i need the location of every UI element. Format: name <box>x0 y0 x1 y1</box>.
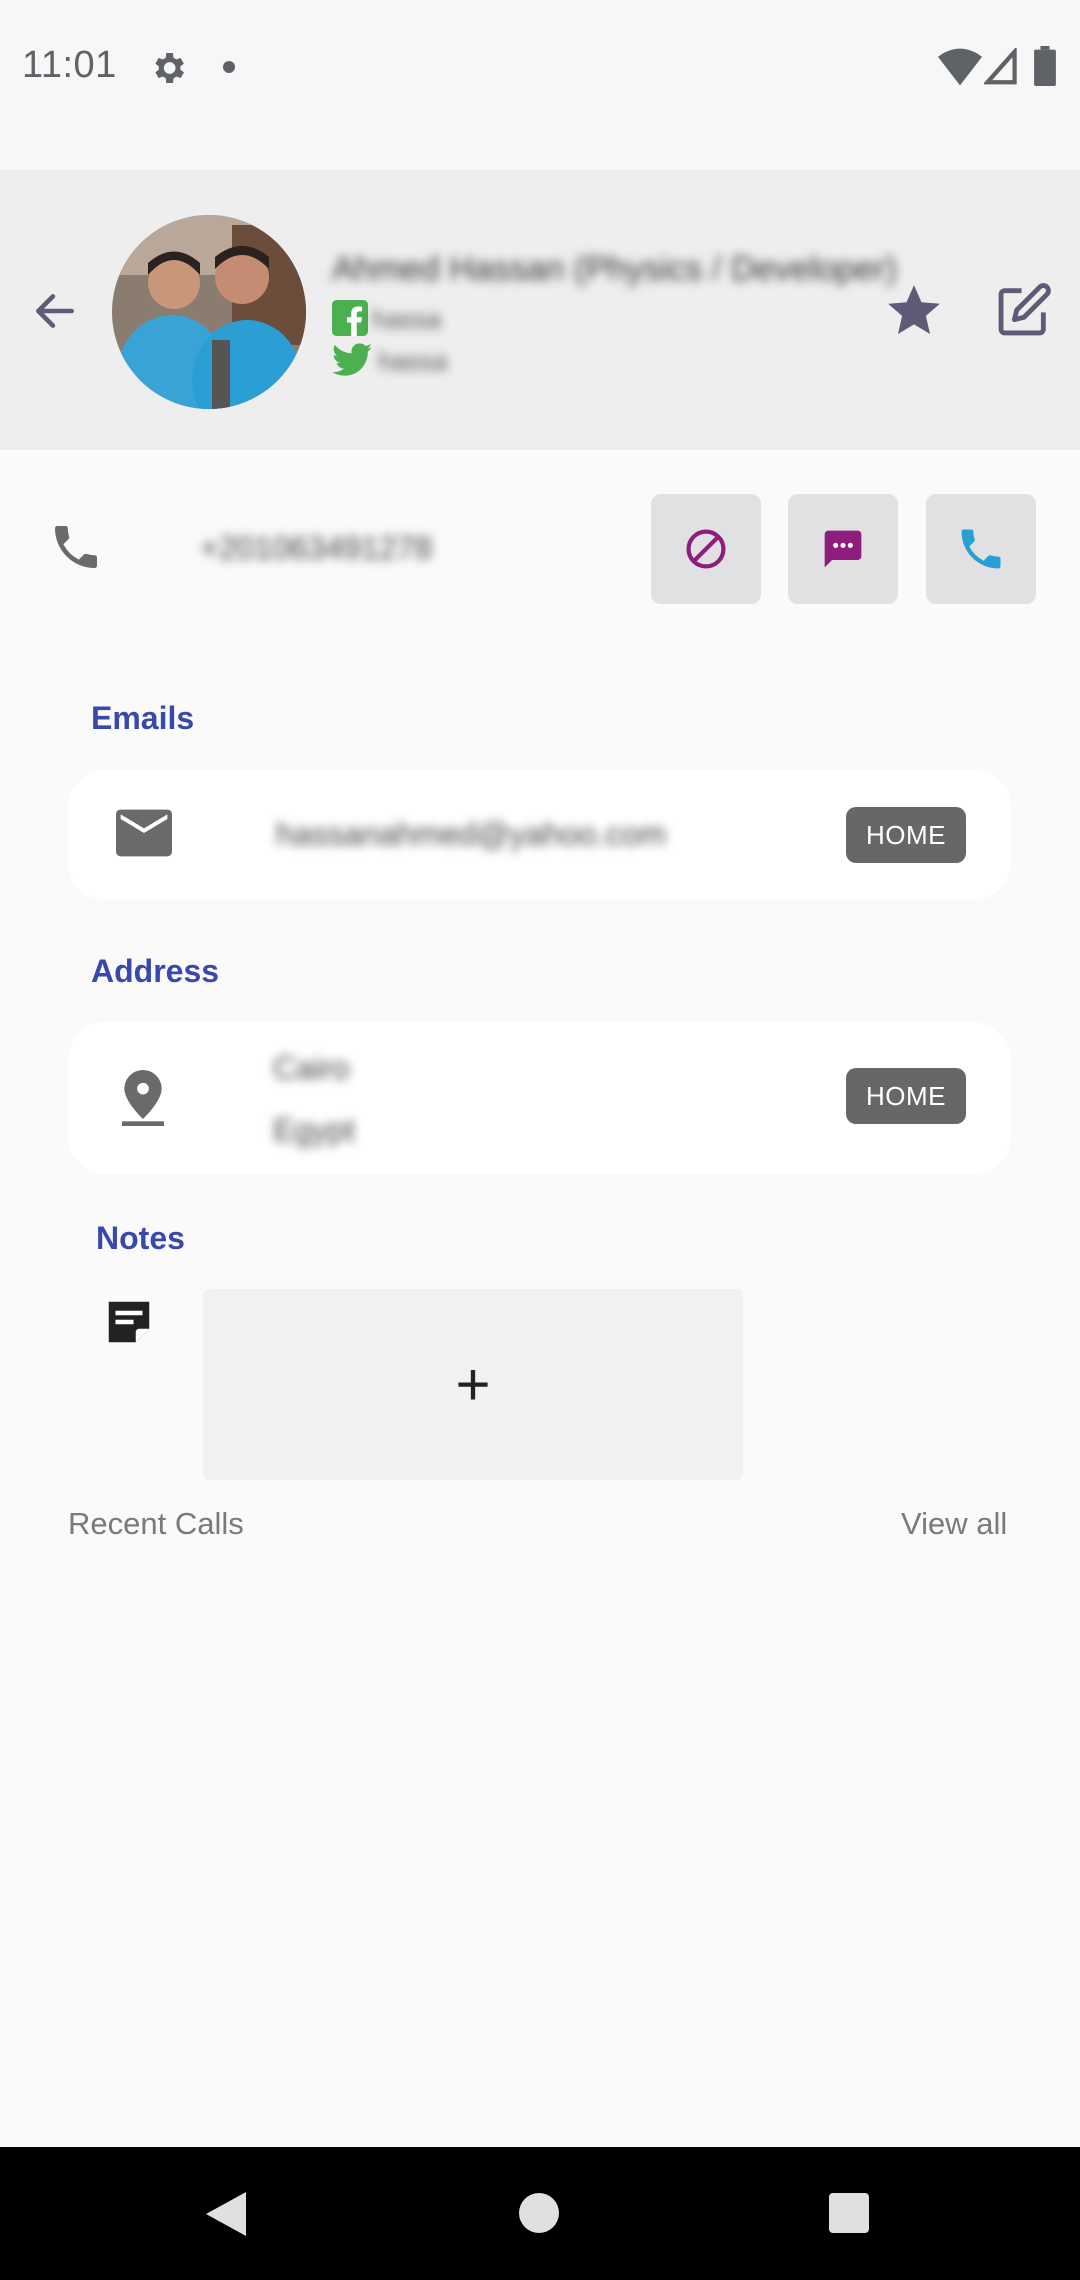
location-pin-icon <box>122 1070 164 1126</box>
twitter-handle: hassa <box>378 346 448 376</box>
address-section-title: Address <box>91 953 220 989</box>
add-note-plus: + <box>455 1351 491 1418</box>
notes-icon <box>108 1301 150 1343</box>
email-card[interactable]: hassanahmed@yahoo.com HOME <box>68 770 1011 900</box>
nav-recents-icon[interactable] <box>829 2193 869 2233</box>
message-button[interactable] <box>788 494 898 604</box>
phone-icon <box>55 526 97 568</box>
twitter-icon[interactable] <box>332 342 372 378</box>
view-all-link[interactable]: View all <box>901 1506 1007 1542</box>
status-time: 11:01 <box>22 44 117 86</box>
settings-icon <box>155 53 184 83</box>
status-bar: 11:01 <box>0 0 1080 170</box>
battery-icon <box>1034 46 1056 86</box>
notification-dot-icon <box>223 61 235 73</box>
phone-number[interactable]: +201063491278 <box>200 530 432 567</box>
email-type-chip: HOME <box>846 807 966 863</box>
block-icon <box>686 529 726 569</box>
recent-calls-title: Recent Calls <box>68 1506 244 1541</box>
navigation-bar <box>0 2147 1080 2280</box>
nav-back-icon[interactable] <box>206 2192 246 2236</box>
contact-avatar[interactable] <box>112 215 306 409</box>
facebook-handle: hassa <box>372 304 442 334</box>
message-icon <box>824 530 862 568</box>
address-line2: Egypt <box>273 1112 355 1148</box>
favorite-star-icon[interactable] <box>883 280 945 342</box>
nav-home-icon[interactable] <box>519 2193 559 2233</box>
facebook-icon[interactable] <box>332 300 368 336</box>
back-arrow-icon[interactable] <box>30 286 80 336</box>
contact-name: Ahmed Hassan (Physics / Developer) <box>332 250 898 288</box>
add-note-button[interactable]: + <box>203 1289 743 1480</box>
address-card[interactable]: Cairo Egypt HOME <box>68 1022 1011 1174</box>
email-value: hassanahmed@yahoo.com <box>276 816 667 852</box>
notes-section-title: Notes <box>96 1220 185 1256</box>
call-button[interactable] <box>926 494 1036 604</box>
block-button[interactable] <box>651 494 761 604</box>
edit-icon[interactable] <box>995 281 1053 339</box>
call-icon <box>961 529 1001 569</box>
signal-icon <box>984 48 1017 85</box>
email-icon <box>116 809 172 857</box>
wifi-icon <box>938 48 982 86</box>
emails-section-title: Emails <box>91 700 195 736</box>
address-type-chip: HOME <box>846 1068 966 1124</box>
address-line1: Cairo <box>273 1050 350 1086</box>
